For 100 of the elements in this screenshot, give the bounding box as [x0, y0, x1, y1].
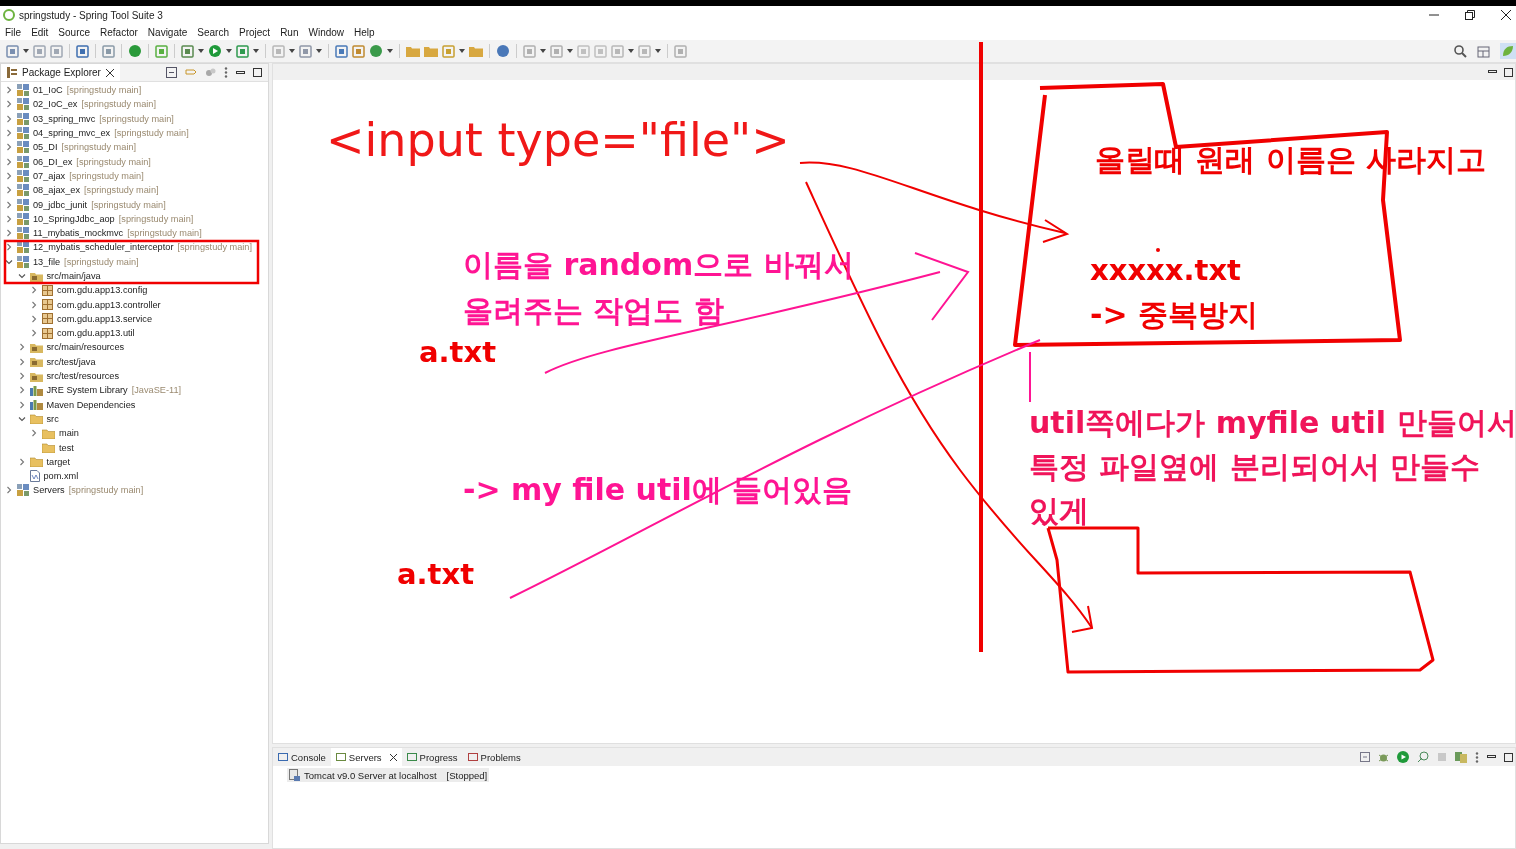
tree-item[interactable]: com.gdu.app13.controller — [57, 299, 161, 310]
collapsed-caret-icon[interactable] — [5, 114, 13, 123]
maximize-icon[interactable] — [253, 68, 262, 77]
tree-item[interactable]: 11_mybatis_mockmvc — [33, 228, 124, 239]
tree-item[interactable]: 03_spring_mvc — [33, 113, 96, 124]
collapsed-caret-icon[interactable] — [5, 100, 13, 109]
leaf-perspective-icon[interactable] — [1500, 43, 1516, 59]
collapsed-caret-icon[interactable] — [17, 386, 26, 395]
tree-item[interactable]: 08_ajax_ex — [33, 185, 80, 196]
tree-item[interactable]: src/main/java — [46, 271, 101, 281]
tree-item[interactable]: src — [46, 413, 59, 424]
tree-item[interactable]: Maven Dependencies — [46, 399, 136, 410]
minimize-icon[interactable] — [236, 70, 245, 75]
collapsed-caret-icon[interactable] — [5, 129, 13, 138]
collapse-all-icon[interactable] — [166, 67, 177, 78]
circle-icon[interactable] — [208, 44, 222, 58]
tree-item[interactable]: 05_DI — [33, 142, 58, 153]
caret-icon[interactable] — [567, 49, 573, 53]
collapsed-caret-icon[interactable] — [30, 286, 38, 295]
tree-item[interactable]: 02_IoC_ex — [33, 99, 78, 110]
view-tab[interactable]: Progress — [401, 748, 463, 766]
tree-item[interactable]: 10_SpringJdbc_aop — [33, 213, 115, 224]
expanded-caret-icon[interactable] — [17, 272, 26, 280]
perspective-icon[interactable] — [1477, 44, 1490, 58]
tree-item[interactable]: src/main/resources — [46, 342, 125, 353]
menu-item[interactable]: File — [5, 26, 22, 38]
toolbar-square-icon[interactable] — [181, 44, 194, 58]
collapsed-caret-icon[interactable] — [17, 372, 26, 381]
caret-icon[interactable] — [23, 49, 29, 53]
tree-item[interactable]: com.gdu.app13.util — [57, 328, 135, 339]
tree-item[interactable]: target — [46, 456, 70, 467]
more-icon[interactable] — [224, 67, 228, 78]
link-icon[interactable] — [185, 67, 197, 78]
collapsed-caret-icon[interactable] — [5, 143, 13, 152]
play-icon[interactable] — [1397, 751, 1409, 763]
tree-item[interactable]: 04_spring_mvc_ex — [33, 128, 111, 139]
caret-icon[interactable] — [289, 49, 295, 53]
tree-item[interactable]: 06_DI_ex — [33, 156, 73, 167]
globe-icon[interactable] — [496, 44, 510, 58]
tree-item[interactable]: src/test/java — [46, 356, 96, 367]
tree-item[interactable]: JRE System Library — [46, 385, 128, 396]
collapsed-caret-icon[interactable] — [30, 300, 38, 309]
menu-item[interactable]: Edit — [31, 26, 49, 38]
collapsed-caret-icon[interactable] — [5, 157, 13, 166]
caret-icon[interactable] — [387, 49, 393, 53]
expanded-caret-icon[interactable] — [5, 257, 13, 266]
more-icon[interactable] — [1475, 751, 1479, 763]
collapsed-caret-icon[interactable] — [5, 86, 13, 95]
menu-item[interactable]: Window — [308, 26, 345, 38]
collapsed-caret-icon[interactable] — [5, 214, 13, 223]
caret-icon[interactable] — [540, 49, 546, 53]
tree-item[interactable]: 12_mybatis_scheduler_interceptor — [33, 242, 174, 253]
tree-item[interactable]: com.gdu.app13.service — [57, 313, 152, 324]
toolbar-square-icon[interactable] — [50, 44, 63, 58]
tree-item[interactable]: com.gdu.app13.config — [57, 285, 148, 296]
maximize-icon[interactable] — [1504, 67, 1513, 77]
collapsed-caret-icon[interactable] — [5, 243, 13, 252]
tree-item[interactable]: pom.xml — [43, 471, 79, 482]
toolbar-square-icon[interactable] — [352, 44, 365, 58]
collapsed-caret-icon[interactable] — [5, 171, 13, 180]
tree-item[interactable]: test — [59, 442, 74, 453]
view-tab[interactable]: Problems — [462, 748, 526, 766]
circle-icon[interactable] — [128, 44, 142, 58]
tree-item[interactable]: 01_IoC — [33, 85, 63, 96]
collapsed-caret-icon[interactable] — [30, 329, 38, 338]
expanded-caret-icon[interactable] — [17, 414, 26, 423]
tree-item[interactable]: Servers — [33, 485, 65, 496]
caret-icon[interactable] — [226, 49, 232, 53]
collapse-icon[interactable] — [1360, 752, 1370, 762]
menu-item[interactable]: Refactor — [100, 26, 138, 38]
collapsed-caret-icon[interactable] — [5, 200, 13, 209]
server-name[interactable]: Tomcat v9.0 Server at localhost — [304, 769, 437, 781]
close-icon[interactable] — [1501, 10, 1511, 20]
toolbar-square-icon[interactable] — [155, 44, 168, 58]
caret-icon[interactable] — [316, 49, 322, 53]
menu-item[interactable]: Source — [58, 26, 91, 38]
toolbar-square-icon[interactable] — [674, 44, 687, 58]
minimize-icon[interactable] — [1487, 755, 1496, 759]
collapsed-caret-icon[interactable] — [17, 400, 26, 409]
menu-item[interactable]: Help — [354, 26, 375, 38]
tree-item[interactable]: src/test/resources — [46, 371, 119, 382]
collapsed-caret-icon[interactable] — [17, 457, 26, 466]
menu-item[interactable]: Navigate — [147, 26, 188, 38]
publish-icon[interactable] — [1455, 751, 1467, 763]
collapsed-caret-icon[interactable] — [5, 229, 13, 238]
tree-item[interactable]: 09_jdbc_junit — [33, 199, 88, 210]
caret-icon[interactable] — [253, 49, 259, 53]
collapsed-caret-icon[interactable] — [5, 186, 13, 195]
view-tab[interactable]: Servers — [330, 748, 402, 766]
restore-icon[interactable] — [1465, 10, 1475, 20]
collapsed-caret-icon[interactable] — [17, 343, 26, 352]
caret-icon[interactable] — [655, 49, 661, 53]
collapsed-caret-icon[interactable] — [17, 357, 26, 366]
close-icon[interactable] — [105, 68, 114, 77]
collapsed-caret-icon[interactable] — [30, 314, 38, 323]
tree-item[interactable]: main — [59, 428, 79, 439]
menu-item[interactable]: Search — [197, 26, 229, 38]
menu-item[interactable]: Run — [280, 26, 299, 38]
maximize-icon[interactable] — [1504, 752, 1513, 762]
view-tab[interactable]: Console — [273, 748, 331, 766]
